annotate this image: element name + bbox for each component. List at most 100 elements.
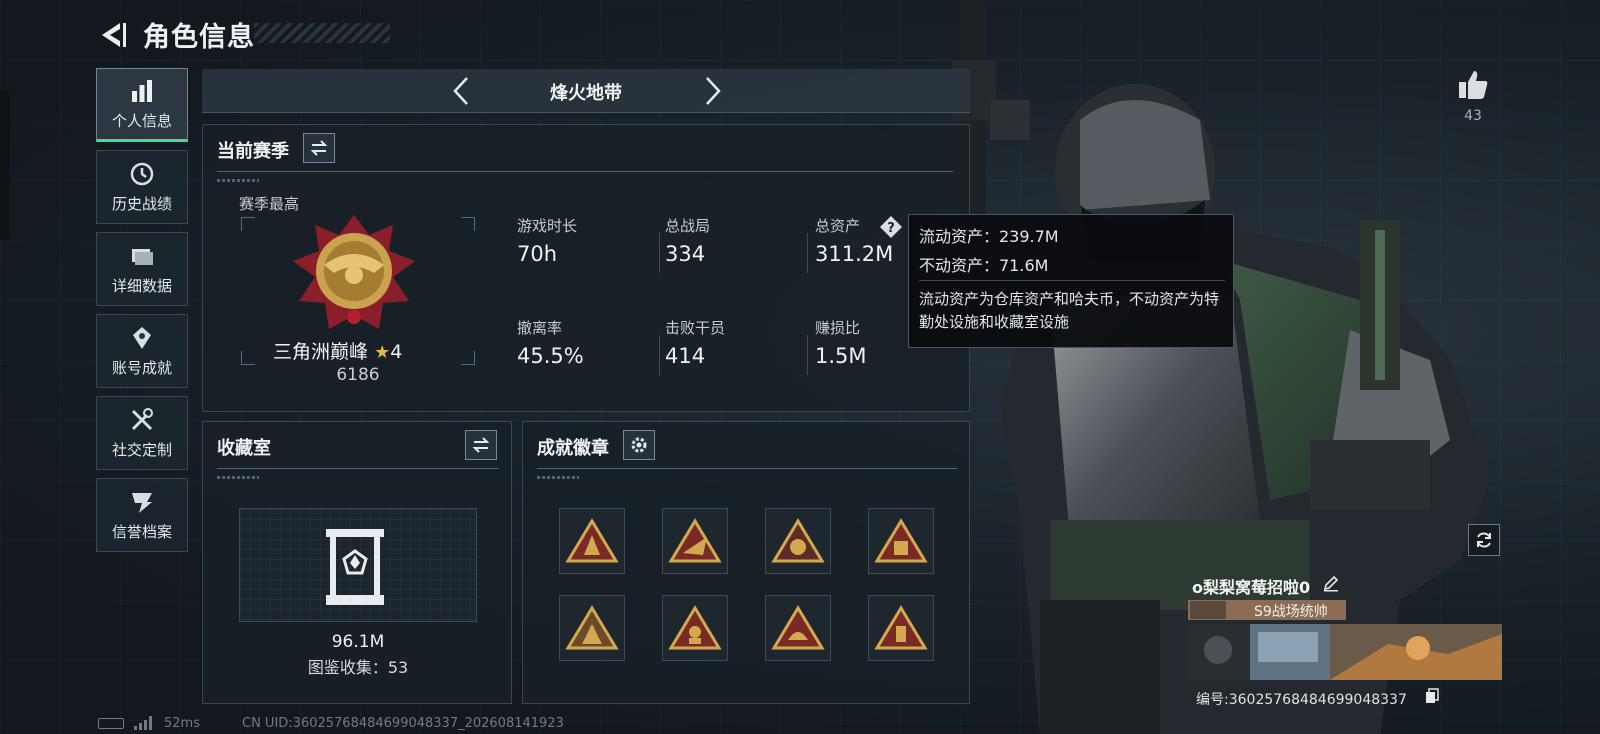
panel-title: 收藏室 bbox=[217, 438, 271, 459]
player-id: 编号:3602576848469904833​7 bbox=[1196, 692, 1407, 708]
badge-triangle-icon bbox=[668, 605, 722, 650]
nav-label: 账号成就 bbox=[111, 358, 172, 377]
history-icon bbox=[129, 161, 155, 187]
signal-icon bbox=[134, 716, 152, 730]
collection-count: 图鉴收集：53 bbox=[307, 658, 409, 677]
tools-icon bbox=[129, 407, 155, 433]
badge-triangle-icon bbox=[668, 518, 722, 563]
back-button[interactable] bbox=[96, 18, 130, 52]
gear-icon bbox=[631, 437, 647, 453]
mode-title: 烽火地带 bbox=[550, 83, 622, 104]
badge-triangle-icon bbox=[565, 605, 619, 650]
stat-kills: 击败干员 414 bbox=[665, 317, 725, 368]
badge-triangle-icon bbox=[874, 518, 928, 563]
collection-room-preview[interactable] bbox=[239, 508, 477, 622]
edge-handle[interactable] bbox=[0, 90, 10, 240]
stat-play-time: 游戏时长 70h bbox=[517, 215, 577, 266]
badge-triangle-icon bbox=[771, 518, 825, 563]
title-badge-text: S9战场统帅 bbox=[1254, 604, 1328, 620]
help-icon[interactable]: ? bbox=[879, 215, 903, 239]
thumbs-up-icon[interactable] bbox=[1456, 68, 1490, 102]
latency: 52ms bbox=[164, 716, 200, 731]
badge-3[interactable] bbox=[765, 508, 831, 574]
badge-7[interactable] bbox=[765, 595, 831, 661]
nav-item-personal-info[interactable]: 个人信息 bbox=[96, 68, 188, 142]
divider bbox=[807, 233, 808, 273]
divider bbox=[919, 280, 1225, 281]
nav-label: 历史战绩 bbox=[111, 194, 172, 213]
stat-extract-rate: 撤离率 45.5% bbox=[517, 317, 584, 368]
nav-item-match-history[interactable]: 历史战绩 bbox=[96, 150, 188, 224]
rank-name: 三角洲巅峰 ★4 bbox=[273, 337, 493, 364]
like-count: 43 bbox=[1464, 108, 1482, 124]
copy-icon[interactable] bbox=[1424, 688, 1440, 704]
svg-text:?: ? bbox=[887, 221, 895, 236]
rank-medal-icon bbox=[293, 215, 415, 329]
nav-item-social-custom[interactable]: 社交定制 bbox=[96, 396, 188, 470]
divider-dots bbox=[217, 179, 259, 182]
display-case-icon bbox=[326, 529, 384, 605]
page-title: 角色信息 bbox=[143, 22, 255, 53]
badge-1[interactable] bbox=[559, 508, 625, 574]
stat-value: 311.2M bbox=[815, 242, 894, 266]
achievement-badges-panel: 成就徽章 bbox=[522, 421, 970, 704]
total-assets-tooltip: 流动资产：239.7M 不动资产：71.6M 流动资产为仓库资产和哈夫币，不动资… bbox=[908, 214, 1234, 348]
divider bbox=[537, 468, 957, 469]
badge-2[interactable] bbox=[662, 508, 728, 574]
nav-item-detailed-data[interactable]: 详细数据 bbox=[96, 232, 188, 306]
panel-title: 成就徽章 bbox=[537, 438, 609, 459]
badge-triangle-icon bbox=[565, 518, 619, 563]
title-decoration bbox=[254, 23, 390, 43]
rank-name-text: 三角洲巅峰 bbox=[273, 341, 369, 363]
chevron-right-icon bbox=[706, 77, 721, 105]
collection-room-panel: 收藏室 96.1M 图鉴收集：53 bbox=[202, 421, 512, 704]
badge-triangle-icon bbox=[771, 605, 825, 650]
battery-icon bbox=[98, 718, 124, 729]
player-name: o梨梨窝莓招啦0 bbox=[1192, 578, 1311, 597]
rank-stars: 4 bbox=[390, 341, 403, 363]
season-best-label: 赛季最高 bbox=[239, 195, 300, 213]
tooltip-description: 流动资产为仓库资产和哈夫币，不动资产为特勤处设施和收藏室设施 bbox=[919, 290, 1220, 331]
rank-score: 6186 bbox=[336, 365, 380, 385]
stat-label: 总战局 bbox=[665, 217, 711, 235]
stat-value: 45.5% bbox=[517, 344, 584, 368]
divider bbox=[659, 335, 660, 375]
stat-total-matches: 总战局 334 bbox=[665, 215, 710, 266]
title-badge[interactable]: S9战场统帅 bbox=[1188, 600, 1346, 620]
collection-value: 96.1M bbox=[331, 632, 385, 652]
divider bbox=[659, 233, 660, 273]
stat-profit-loss: 赚损比 1.5M bbox=[815, 317, 867, 368]
achievement-icon bbox=[129, 325, 155, 351]
stat-value: 1.5M bbox=[815, 344, 867, 368]
nav-item-achievements[interactable]: 账号成就 bbox=[96, 314, 188, 388]
nav-item-credit-record[interactable]: 信誉档案 bbox=[96, 478, 188, 552]
tooltip-fixed-assets: 不动资产：71.6M bbox=[919, 256, 1049, 275]
stat-value: 334 bbox=[665, 242, 706, 266]
divider-dots bbox=[217, 476, 259, 479]
badge-triangle-icon bbox=[874, 605, 928, 650]
badge-6[interactable] bbox=[662, 595, 728, 661]
credit-icon bbox=[129, 489, 155, 515]
nav-label: 社交定制 bbox=[111, 440, 172, 459]
refresh-icon bbox=[1477, 532, 1491, 548]
vault-switch-button[interactable] bbox=[465, 430, 497, 460]
current-season-panel: 当前赛季 赛季最高 三角洲巅峰 ★4 6186 游戏时长 70h 总战局 334… bbox=[202, 124, 970, 412]
panel-title: 当前赛季 bbox=[217, 141, 289, 162]
badge-settings-button[interactable] bbox=[623, 430, 655, 460]
badge-4[interactable] bbox=[868, 508, 934, 574]
mode-selector: 烽火地带 bbox=[202, 69, 970, 113]
season-switch-button[interactable] bbox=[303, 133, 335, 163]
banner-image bbox=[1188, 624, 1502, 680]
edit-pencil-icon[interactable] bbox=[1322, 574, 1340, 592]
stat-label: 击败干员 bbox=[665, 319, 726, 337]
profile-banner[interactable] bbox=[1188, 624, 1502, 680]
stat-label: 撤离率 bbox=[517, 319, 563, 337]
badge-5[interactable] bbox=[559, 595, 625, 661]
side-nav: 个人信息 历史战绩 详细数据 账号成就 社交定制 信誉档案 bbox=[96, 68, 190, 560]
badge-8[interactable] bbox=[868, 595, 934, 661]
mode-next-button[interactable] bbox=[696, 75, 728, 107]
refresh-button[interactable] bbox=[1468, 524, 1500, 556]
uid-text: CN UID:36025768484699048337_202608141923 bbox=[242, 716, 564, 731]
stat-label: 游戏时长 bbox=[517, 217, 578, 235]
nav-label: 详细数据 bbox=[111, 276, 172, 295]
